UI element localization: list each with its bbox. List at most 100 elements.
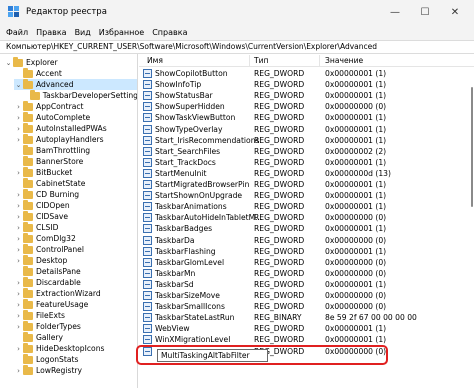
chevron-right-icon[interactable]: › (14, 323, 23, 331)
tree-item[interactable]: ⌄ Advanced (14, 78, 137, 90)
key-tree[interactable]: ⌄ Explorer Accent ⌄ Advanced TaskbarDeveloper… (0, 54, 138, 388)
menu-favorites[interactable]: Избранное (99, 28, 144, 37)
value-row[interactable]: Start_TrackDocs REG_DWORD 0x00000001 (1) (139, 157, 474, 168)
minimize-button[interactable]: — (380, 0, 410, 24)
tree-item[interactable]: › CD Burning (14, 188, 137, 200)
value-row[interactable]: ShowStatusBar REG_DWORD 0x00000001 (1) (139, 90, 474, 101)
value-row[interactable]: Start_IrisRecommendations REG_DWORD 0x0000… (139, 135, 474, 146)
value-type: REG_DWORD (254, 291, 305, 300)
tree-item[interactable]: Gallery (14, 331, 137, 343)
tree-item[interactable]: › BitBucket (14, 166, 137, 178)
column-header-type[interactable]: Тип (254, 56, 269, 65)
tree-item[interactable]: › AutoComplete (14, 111, 137, 123)
tree-item[interactable]: › CLSID (14, 221, 137, 233)
value-name: TaskbarStateLastRun (155, 313, 235, 323)
tree-item[interactable]: › ComDlg32 (14, 232, 137, 244)
chevron-right-icon[interactable]: › (14, 235, 23, 243)
tree-item[interactable]: BamThrottling (14, 144, 137, 156)
folder-icon (23, 144, 33, 155)
chevron-right-icon[interactable]: › (14, 367, 23, 375)
chevron-right-icon[interactable]: › (14, 125, 23, 133)
address-bar[interactable]: Компьютер\HKEY_CURRENT_USER\Software\Mic… (0, 40, 474, 54)
chevron-right-icon[interactable]: › (14, 345, 23, 353)
chevron-right-icon[interactable]: › (14, 136, 23, 144)
value-row[interactable]: WebView REG_DWORD 0x00000001 (1) (139, 323, 474, 334)
chevron-right-icon[interactable]: › (14, 301, 23, 309)
tree-item-label: CIDSave (36, 212, 69, 221)
value-row[interactable]: ShowTypeOverlay REG_DWORD 0x00000001 (1) (139, 124, 474, 135)
value-row[interactable]: TaskbarStateLastRun REG_BINARY 8e 59 2f 67… (139, 312, 474, 323)
menu-edit[interactable]: Правка (36, 28, 66, 37)
chevron-right-icon[interactable]: › (14, 114, 23, 122)
menu-file[interactable]: Файл (6, 28, 28, 37)
tree-item[interactable]: › ExtractionWizard (14, 287, 137, 299)
value-row[interactable]: ShowCopilotButton REG_DWORD 0x00000001 (1) (139, 68, 474, 79)
tree-item[interactable]: DetailsPane (14, 265, 137, 277)
chevron-right-icon[interactable]: › (14, 103, 23, 111)
value-row[interactable]: ShowSuperHidden REG_DWORD 0x00000000 (0) (139, 101, 474, 112)
value-list[interactable]: Имя Тип Значение ShowCopilotButton REG_DW… (139, 54, 474, 388)
value-row[interactable]: ShowInfoTip REG_DWORD 0x00000001 (1) (139, 79, 474, 90)
chevron-right-icon[interactable]: › (14, 246, 23, 254)
value-data: 0x0000000d (13) (325, 168, 391, 178)
chevron-down-icon[interactable]: ⌄ (4, 59, 13, 67)
chevron-down-icon[interactable]: ⌄ (14, 81, 23, 89)
chevron-right-icon[interactable]: › (14, 290, 23, 298)
chevron-right-icon[interactable]: › (14, 213, 23, 221)
close-button[interactable]: ✕ (440, 0, 470, 24)
chevron-right-icon[interactable]: › (14, 224, 23, 232)
value-row[interactable]: Start_SearchFiles REG_DWORD 0x00000002 (2) (139, 146, 474, 157)
chevron-right-icon[interactable]: › (14, 257, 23, 265)
chevron-right-icon[interactable]: › (14, 202, 23, 210)
tree-item[interactable]: Accent (14, 67, 137, 79)
tree-item[interactable]: › CIDOpen (14, 199, 137, 211)
folder-icon (23, 254, 33, 265)
chevron-right-icon[interactable]: › (14, 279, 23, 287)
value-row[interactable]: StartMenuInit REG_DWORD 0x0000000d (13) (139, 168, 474, 179)
tree-item[interactable]: › FileExts (14, 309, 137, 321)
tree-item[interactable]: ⌄ Explorer (4, 56, 137, 68)
value-row[interactable]: TaskbarSizeMove REG_DWORD 0x00000000 (0) (139, 290, 474, 301)
value-name: TaskbarAutoHideInTabletM... (155, 213, 263, 223)
value-row[interactable]: StartMigratedBrowserPin REG_DWORD 0x000000… (139, 179, 474, 190)
value-row[interactable]: TaskbarDa REG_DWORD 0x00000000 (0) (139, 235, 474, 246)
tree-item[interactable]: BannerStore (14, 155, 137, 167)
tree-item[interactable]: TaskbarDeveloperSetting (24, 89, 137, 101)
tree-item[interactable]: LogonStats (14, 353, 137, 365)
tree-item[interactable]: › FeatureUsage (14, 298, 137, 310)
value-row[interactable]: WinXMigrationLevel REG_DWORD 0x00000001 (1… (139, 334, 474, 345)
value-row[interactable]: StartShownOnUpgrade REG_DWORD 0x00000001 (… (139, 190, 474, 201)
tree-item[interactable]: › FolderTypes (14, 320, 137, 332)
value-row[interactable]: TaskbarSd REG_DWORD 0x00000001 (1) (139, 279, 474, 290)
tree-item[interactable]: › LowRegistry (14, 364, 137, 376)
value-data: 0x00000001 (1) (325, 191, 387, 201)
tree-item[interactable]: › AutolnstalledPWAs (14, 122, 137, 134)
value-row[interactable]: TaskbarAnimations REG_DWORD 0x00000001 (1) (139, 201, 474, 212)
chevron-right-icon[interactable]: › (14, 191, 23, 199)
tree-item[interactable]: › AutoplayHandlers (14, 133, 137, 145)
tree-item[interactable]: › ControlPanel (14, 243, 137, 255)
tree-item[interactable]: › Desktop (14, 254, 137, 266)
value-row[interactable]: TaskbarGlomLevel REG_DWORD 0x00000000 (0) (139, 257, 474, 268)
tree-item[interactable]: › Discardable (14, 276, 137, 288)
value-data: 0x00000001 (1) (325, 69, 387, 78)
maximize-button[interactable]: ☐ (410, 0, 440, 24)
tree-item[interactable]: › AppContract (14, 100, 137, 112)
value-data: 0x00000000 (0) (325, 291, 387, 300)
value-row[interactable]: TaskbarSmallIcons REG_DWORD 0x00000000 (0) (139, 301, 474, 312)
menu-help[interactable]: Справка (152, 28, 187, 37)
value-row[interactable]: TaskbarAutoHideInTabletM... REG_DWORD 0x00… (139, 212, 474, 223)
value-row[interactable]: TaskbarFlashing REG_DWORD 0x00000001 (1) (139, 246, 474, 257)
folder-icon (23, 298, 33, 309)
value-row[interactable]: TaskbarBadges REG_DWORD 0x00000001 (1) (139, 223, 474, 234)
tree-item[interactable]: › HideDesktopIcons (14, 342, 137, 354)
tree-item[interactable]: CabinetState (14, 177, 137, 189)
tree-item[interactable]: › CIDSave (14, 210, 137, 222)
chevron-right-icon[interactable]: › (14, 312, 23, 320)
value-row[interactable]: ShowTaskViewButton REG_DWORD 0x00000001 (1… (139, 112, 474, 123)
value-row[interactable]: TaskbarMn REG_DWORD 0x00000000 (0) (139, 268, 474, 279)
menu-view[interactable]: Вид (75, 28, 91, 37)
chevron-right-icon[interactable]: › (14, 169, 23, 177)
column-header-data[interactable]: Значение (325, 56, 363, 65)
column-header-name[interactable]: Имя (147, 56, 163, 65)
